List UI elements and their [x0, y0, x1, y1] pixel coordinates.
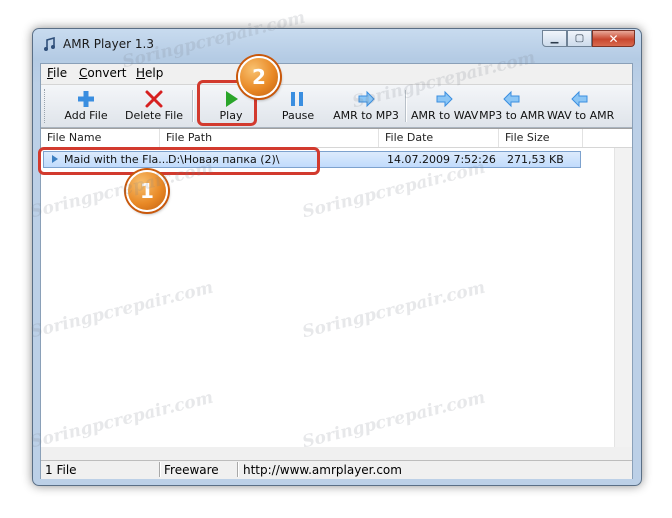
- close-button[interactable]: ✕: [592, 30, 635, 47]
- arrow-right-icon: [358, 90, 375, 108]
- delete-file-label: Delete File: [124, 109, 184, 122]
- menu-help-accel: H: [136, 66, 146, 80]
- status-file-count: 1 File: [45, 463, 77, 477]
- minimize-button[interactable]: ▁: [542, 30, 567, 47]
- column-file-name[interactable]: File Name: [41, 129, 160, 147]
- app-icon: [44, 37, 55, 51]
- amr-to-mp3-button[interactable]: AMR to MP3: [333, 87, 399, 125]
- menu-convert[interactable]: Convert: [79, 66, 126, 80]
- column-file-date[interactable]: File Date: [379, 129, 499, 147]
- status-separator: [237, 462, 239, 477]
- menu-file[interactable]: File: [47, 66, 67, 80]
- amr-to-wav-button[interactable]: AMR to WAV: [411, 87, 479, 125]
- title-bar[interactable]: AMR Player 1.3 ▁ ▢ ✕: [33, 29, 641, 59]
- window-title: AMR Player 1.3: [63, 37, 154, 51]
- toolbar: Add File Delete File Play Pause AMR to M…: [41, 84, 632, 128]
- cell-file-size: 271,53 KB: [507, 153, 564, 166]
- step-2-badge: 2: [238, 56, 280, 98]
- toolbar-grip[interactable]: [44, 89, 48, 123]
- status-separator: [159, 462, 161, 477]
- add-file-button[interactable]: Add File: [55, 87, 117, 125]
- add-file-label: Add File: [64, 109, 108, 122]
- cell-file-date: 14.07.2009 7:52:26: [387, 153, 496, 166]
- column-file-size[interactable]: File Size: [499, 129, 583, 147]
- plus-icon: [78, 91, 94, 107]
- amr-to-mp3-label: AMR to MP3: [333, 109, 399, 122]
- minimize-icon: ▁: [550, 33, 559, 44]
- toolbar-separator: [405, 90, 407, 122]
- app-window: AMR Player 1.3 ▁ ▢ ✕ File Convert Help A…: [32, 28, 642, 486]
- status-url[interactable]: http://www.amrplayer.com: [243, 463, 402, 477]
- wav-to-amr-label: WAV to AMR: [547, 109, 615, 122]
- arrow-right-icon: [436, 90, 453, 108]
- client-area: File Convert Help Add File Delete File P…: [40, 63, 633, 479]
- file-list[interactable]: File Name File Path File Date File Size …: [41, 128, 632, 447]
- step-1-badge: 1: [126, 170, 168, 212]
- arrow-left-icon: [503, 90, 520, 108]
- status-bar: 1 File Freeware http://www.amrplayer.com: [41, 460, 632, 479]
- window-controls: ▁ ▢ ✕: [542, 30, 635, 48]
- vertical-scrollbar[interactable]: [614, 148, 632, 447]
- delete-file-button[interactable]: Delete File: [121, 87, 187, 125]
- status-license: Freeware: [164, 463, 219, 477]
- amr-to-wav-label: AMR to WAV: [411, 109, 479, 122]
- toolbar-separator: [192, 90, 194, 122]
- close-icon: ✕: [608, 31, 619, 46]
- wav-to-amr-button[interactable]: WAV to AMR: [547, 87, 615, 125]
- pause-label: Pause: [281, 109, 315, 122]
- menu-help-label: elp: [145, 66, 164, 80]
- menu-file-label: ile: [53, 66, 68, 80]
- arrow-left-icon: [571, 90, 588, 108]
- mp3-to-amr-label: MP3 to AMR: [479, 109, 545, 122]
- menu-help[interactable]: Help: [136, 66, 163, 80]
- mp3-to-amr-button[interactable]: MP3 to AMR: [479, 87, 545, 125]
- menu-bar: File Convert Help: [41, 64, 632, 82]
- maximize-icon: ▢: [574, 33, 585, 44]
- row-highlight-frame: [38, 147, 320, 175]
- list-header: File Name File Path File Date File Size: [41, 129, 632, 148]
- column-file-path[interactable]: File Path: [160, 129, 379, 147]
- pause-button[interactable]: Pause: [273, 87, 323, 125]
- pause-icon: [291, 92, 303, 106]
- delete-x-icon: [145, 90, 163, 108]
- maximize-button[interactable]: ▢: [567, 30, 592, 47]
- menu-convert-label: onvert: [87, 66, 127, 80]
